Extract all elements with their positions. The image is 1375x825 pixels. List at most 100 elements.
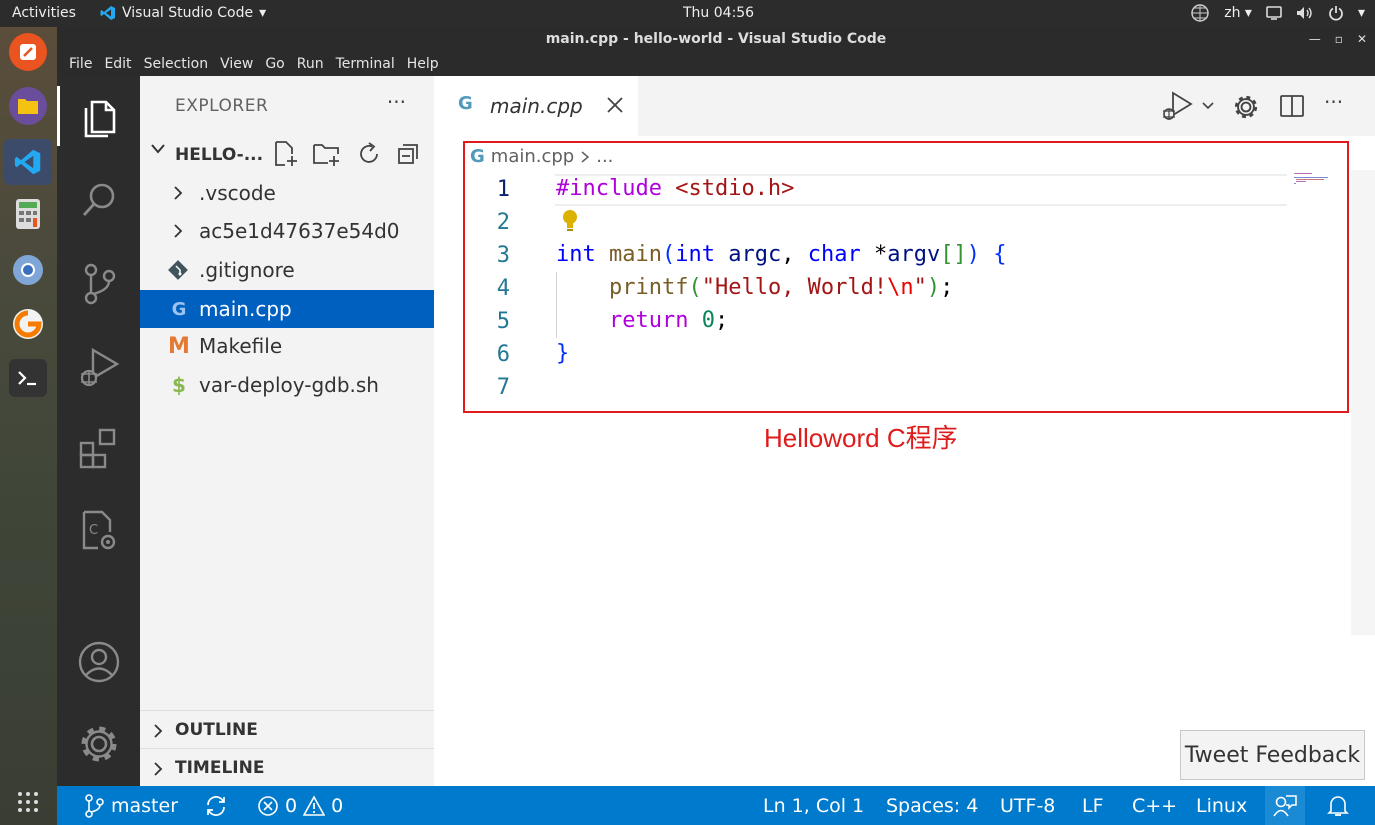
volume-icon[interactable] <box>1296 6 1314 20</box>
tree-item-gitignore[interactable]: .gitignore <box>140 251 434 289</box>
indentation-indicator[interactable]: Spaces: 4 <box>886 786 978 825</box>
warning-icon <box>303 794 326 816</box>
feedback-button[interactable] <box>1265 786 1305 825</box>
refresh-icon[interactable] <box>356 141 382 167</box>
explorer-sidebar: EXPLORER ··· HELLO-... .vscode ac5e1d476… <box>140 76 434 786</box>
tree-item-makefile[interactable]: M Makefile <box>140 327 434 365</box>
chevron-right-icon <box>172 223 194 239</box>
tab-main-cpp[interactable]: G main.cpp <box>434 76 638 136</box>
manage-activity-button[interactable] <box>57 714 140 774</box>
outline-section-header[interactable]: OUTLINE <box>140 710 434 748</box>
close-tab-icon[interactable] <box>606 96 624 114</box>
status-bar: master 0 0 Ln 1, Col 1 Spaces: 4 UTF-8 L… <box>57 786 1375 825</box>
minimap[interactable] <box>1291 170 1336 190</box>
chromium-app-icon[interactable] <box>9 251 47 289</box>
tree-item-vscode[interactable]: .vscode <box>140 174 434 212</box>
sync-button[interactable] <box>204 786 228 825</box>
network-grid-icon[interactable] <box>1190 4 1210 22</box>
search-icon <box>82 183 114 216</box>
cpp-icon: G <box>171 298 187 320</box>
menu-go[interactable]: Go <box>259 56 290 72</box>
source-control-icon <box>84 263 115 305</box>
app-name: Visual Studio Code <box>122 5 254 21</box>
vscode-app-icon[interactable] <box>4 139 52 185</box>
notifications-button[interactable] <box>1327 786 1349 825</box>
system-tray: zh ▾ ▾ <box>1190 4 1365 22</box>
shell-icon: $ <box>172 373 186 397</box>
language-mode-indicator[interactable]: C++ <box>1132 786 1177 825</box>
tree-item-folder[interactable]: ac5e1d47637e54d0 <box>140 212 434 250</box>
files-app-icon[interactable] <box>9 87 47 125</box>
git-icon <box>168 260 190 280</box>
chevron-down-icon <box>150 142 166 156</box>
run-debug-dropdown[interactable] <box>1161 90 1215 122</box>
project-folder-header[interactable]: HELLO-... <box>140 140 434 170</box>
account-icon <box>78 641 119 683</box>
feedback-icon <box>1273 794 1297 816</box>
accounts-activity-button[interactable] <box>57 632 140 692</box>
branch-indicator[interactable]: master <box>83 786 178 825</box>
project-folder-name: HELLO-... <box>175 145 264 165</box>
minimize-button[interactable]: — <box>1309 27 1321 52</box>
terminal-app-icon[interactable] <box>9 359 47 397</box>
clock[interactable]: Thu 04:56 <box>683 5 754 21</box>
os-indicator[interactable]: Linux <box>1196 786 1247 825</box>
power-icon[interactable] <box>1328 5 1344 21</box>
menu-run[interactable]: Run <box>291 56 330 72</box>
new-folder-icon[interactable] <box>312 140 342 168</box>
git-branch-icon <box>85 793 104 818</box>
text-editor-app-icon[interactable] <box>9 33 47 71</box>
encoding-indicator[interactable]: UTF-8 <box>1000 786 1055 825</box>
makefile-icon: M <box>168 333 190 359</box>
extensions-activity-button[interactable] <box>57 418 140 478</box>
explorer-activity-button[interactable] <box>57 86 140 146</box>
new-file-icon[interactable] <box>273 140 299 168</box>
menu-bar: File Edit Selection View Go Run Terminal… <box>57 52 1375 76</box>
activities-button[interactable]: Activities <box>12 5 76 21</box>
remote-explorer-activity-button[interactable]: C <box>57 500 140 560</box>
menu-selection[interactable]: Selection <box>138 56 215 72</box>
run-debug-icon <box>1163 91 1193 120</box>
run-debug-activity-button[interactable] <box>57 336 140 396</box>
tree-item-shell-script[interactable]: $ var-deploy-gdb.sh <box>140 366 434 404</box>
close-window-button[interactable]: ✕ <box>1357 27 1367 52</box>
svg-text:C: C <box>89 523 98 538</box>
menu-file[interactable]: File <box>63 56 98 72</box>
language-indicator[interactable]: zh ▾ <box>1224 5 1252 21</box>
editor-scrollbar[interactable] <box>1351 170 1375 635</box>
problems-indicator[interactable]: 0 0 <box>257 786 343 825</box>
more-actions-icon[interactable]: ··· <box>387 90 406 114</box>
chevron-right-icon <box>172 185 194 201</box>
menu-edit[interactable]: Edit <box>98 56 137 72</box>
calculator-app-icon[interactable] <box>9 195 47 233</box>
split-editor-icon[interactable] <box>1279 93 1305 119</box>
caret-down-icon: ▾ <box>259 5 267 21</box>
menu-view[interactable]: View <box>214 56 259 72</box>
settings-gear-icon[interactable] <box>1232 93 1260 121</box>
window-title-bar: main.cpp - hello-world - Visual Studio C… <box>57 27 1375 52</box>
menu-terminal[interactable]: Terminal <box>330 56 401 72</box>
extensions-icon <box>79 428 115 469</box>
gear-icon <box>81 726 116 762</box>
bell-icon <box>1327 795 1349 816</box>
display-icon[interactable] <box>1266 6 1282 20</box>
window-title: main.cpp - hello-world - Visual Studio C… <box>545 31 887 47</box>
tree-item-main-cpp[interactable]: G main.cpp <box>140 290 434 328</box>
timeline-section-header[interactable]: TIMELINE <box>140 748 434 786</box>
browser-app-icon[interactable] <box>9 305 47 343</box>
cursor-position[interactable]: Ln 1, Col 1 <box>763 786 864 825</box>
run-debug-icon <box>80 347 119 387</box>
activity-bar: C <box>57 76 140 786</box>
system-top-bar: Activities Visual Studio Code ▾ Thu 04:5… <box>0 0 1375 27</box>
collapse-all-icon[interactable] <box>397 142 421 166</box>
eol-indicator[interactable]: LF <box>1082 786 1104 825</box>
app-menu[interactable]: Visual Studio Code ▾ <box>100 5 266 21</box>
caret-down-icon[interactable]: ▾ <box>1358 5 1365 21</box>
search-activity-button[interactable] <box>57 170 140 230</box>
ubuntu-dock <box>0 27 57 825</box>
show-apps-grid-icon[interactable] <box>9 783 47 821</box>
menu-help[interactable]: Help <box>401 56 445 72</box>
maximize-button[interactable]: ▫ <box>1335 27 1343 52</box>
more-actions-icon[interactable]: ··· <box>1324 90 1343 114</box>
source-control-activity-button[interactable] <box>57 254 140 314</box>
